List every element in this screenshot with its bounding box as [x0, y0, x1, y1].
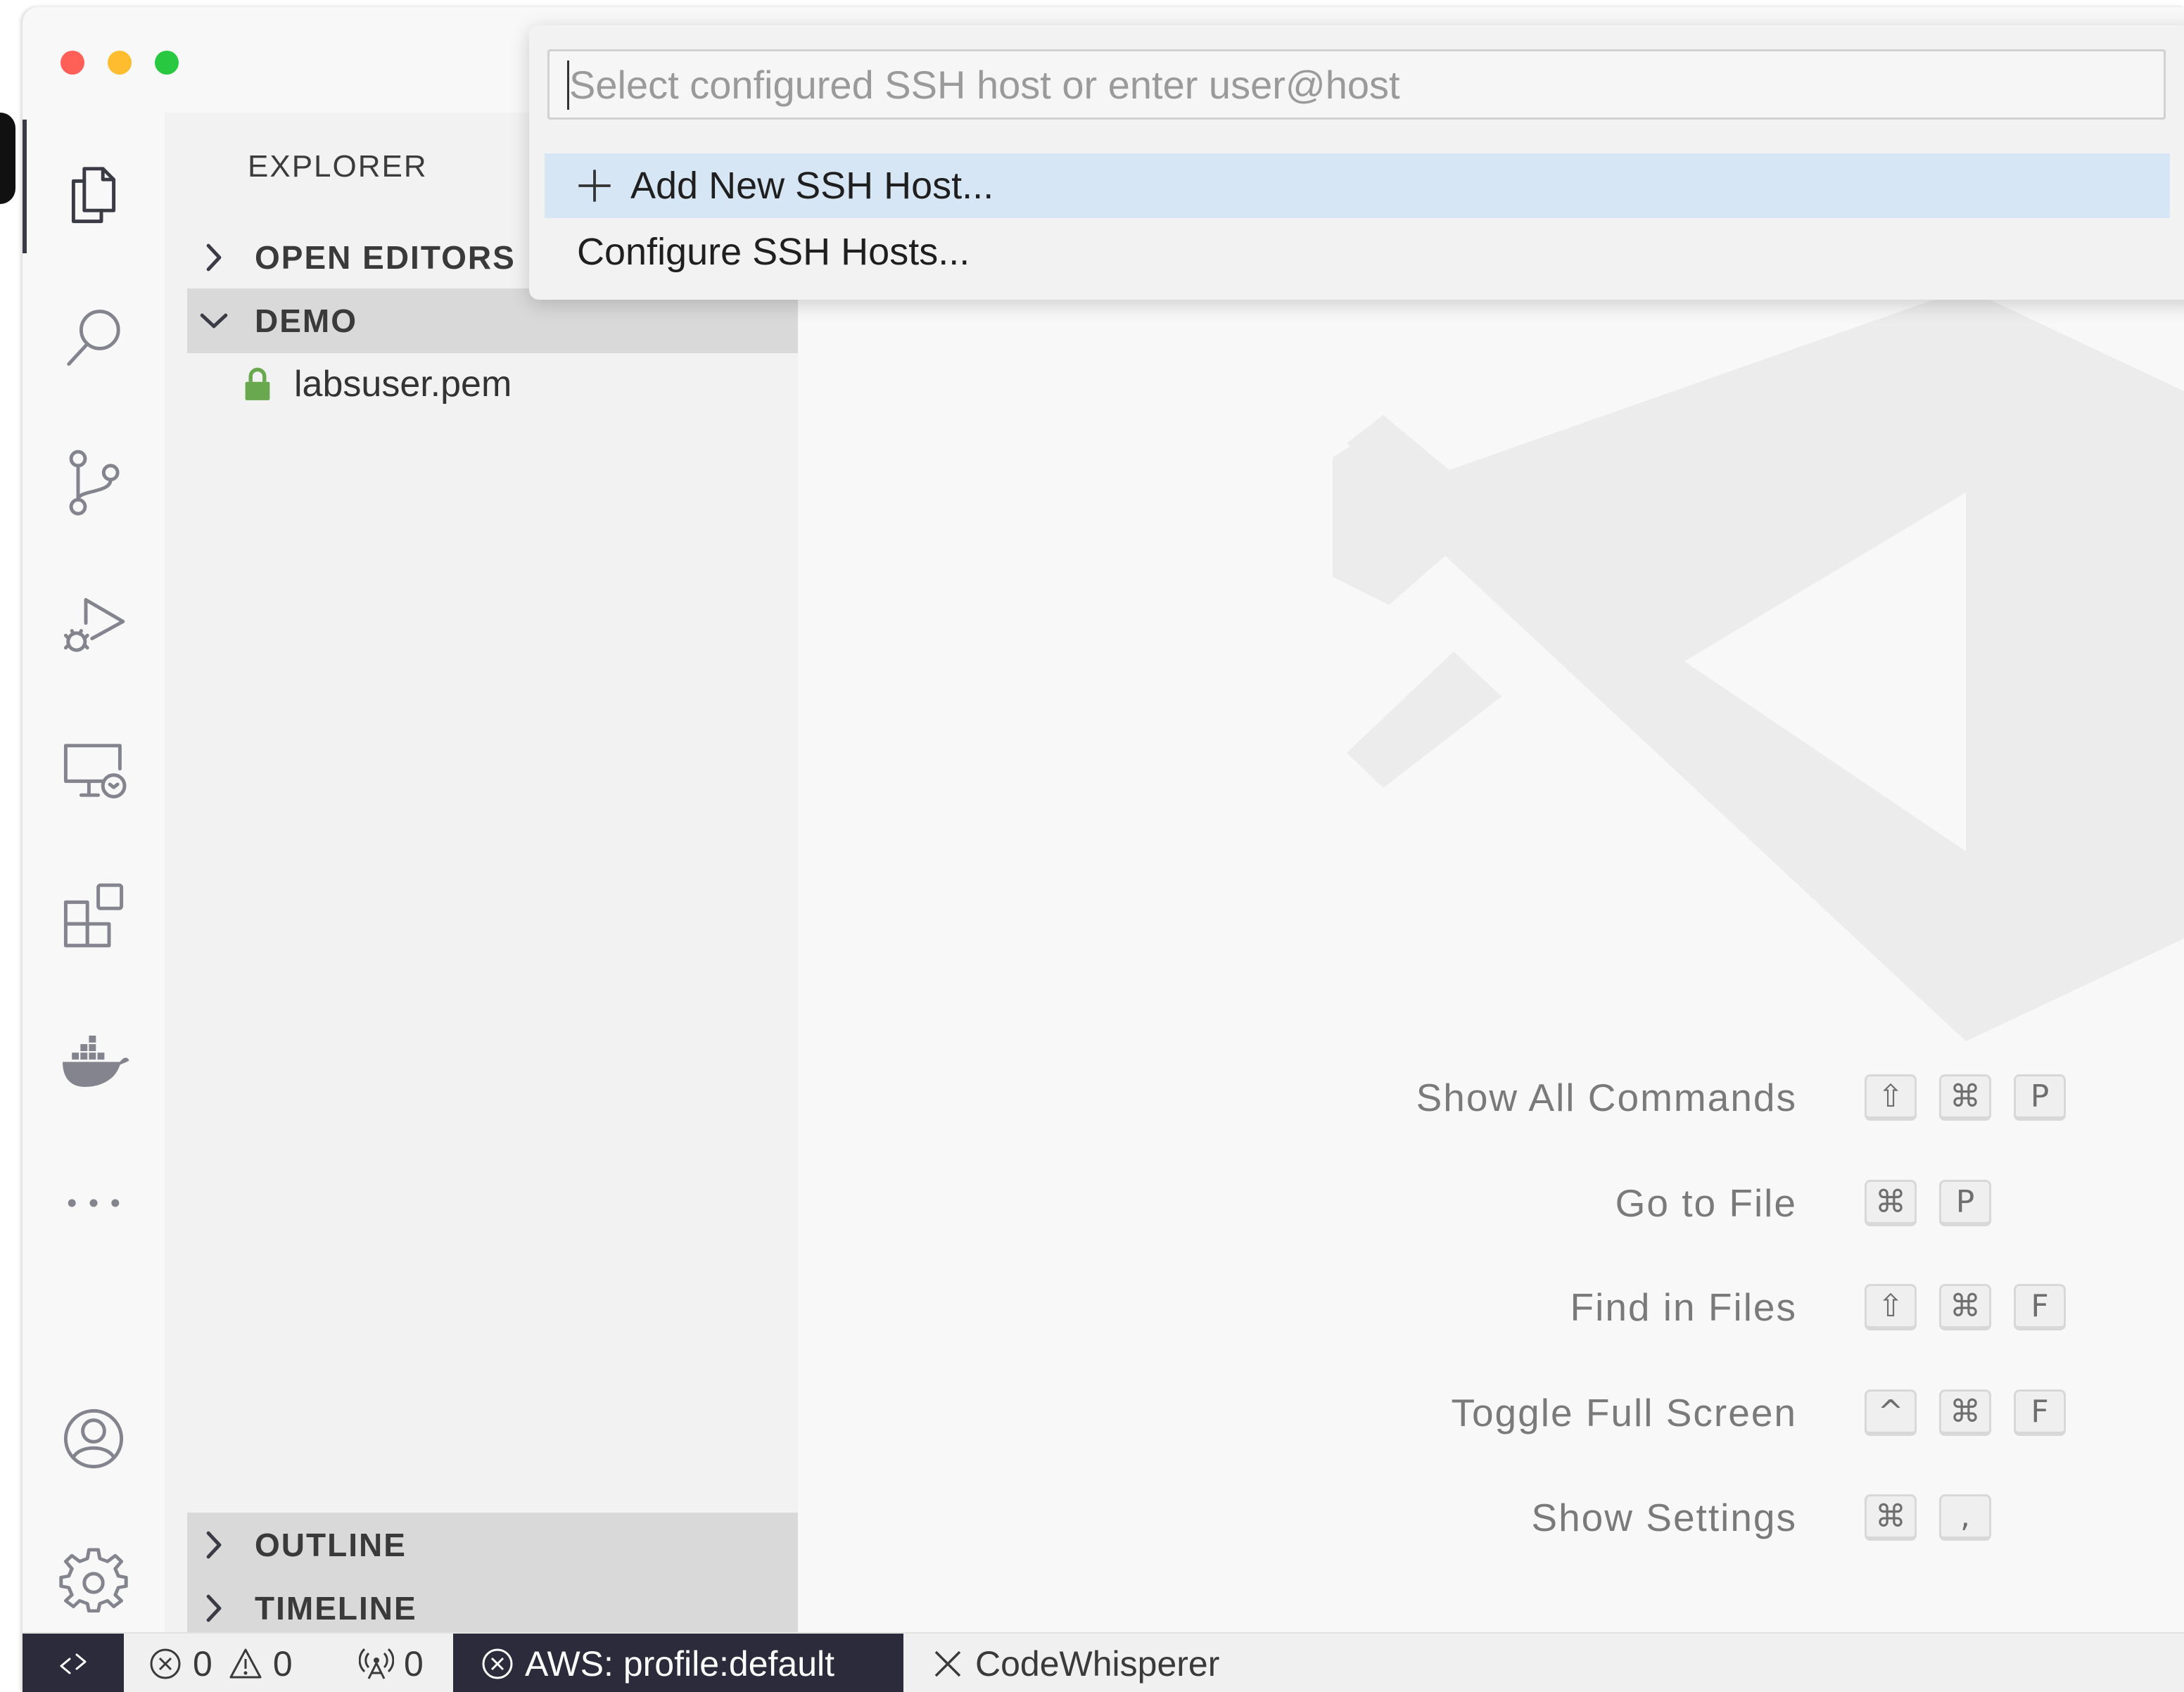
chevron-down-icon: [200, 313, 228, 329]
status-bar: 0 0 0 AWS: profile:default CodeWhisperer: [23, 1632, 2184, 1692]
codewhisperer-button[interactable]: CodeWhisperer: [930, 1634, 1219, 1692]
account-icon[interactable]: [23, 1386, 165, 1491]
source-control-icon[interactable]: [23, 429, 165, 535]
add-new-ssh-host-option[interactable]: Add New SSH Host...: [545, 153, 2170, 218]
shortcut-row[interactable]: Show All Commands ⇧ ⌘ P: [798, 1069, 2135, 1126]
timeline-section[interactable]: TIMELINE: [187, 1577, 798, 1639]
docker-icon[interactable]: [23, 1006, 165, 1112]
keycap: ⇧: [1865, 1284, 1917, 1330]
shortcut-keys: ^ ⌘ F: [1865, 1389, 2066, 1436]
shortcut-keys: ⌘,: [1865, 1494, 1991, 1541]
ports-indicator[interactable]: 0: [359, 1634, 424, 1692]
shortcut-label: Toggle Full Screen: [1451, 1391, 1797, 1435]
keycap: ⌘: [1939, 1284, 1991, 1330]
aws-profile-label: AWS: profile:default: [525, 1643, 835, 1684]
open-editors-label: OPEN EDITORS: [255, 239, 516, 276]
shortcut-keys: ⇧ ⌘ F: [1865, 1284, 2066, 1330]
extensions-icon[interactable]: [23, 862, 165, 967]
minimize-window-button[interactable]: [108, 51, 132, 75]
remote-indicator-button[interactable]: [23, 1634, 124, 1692]
window-controls: [61, 51, 179, 75]
remote-icon: [60, 1653, 87, 1674]
error-icon: [150, 1648, 181, 1679]
keycap: ⇧: [1865, 1074, 1917, 1121]
shortcut-keys: ⇧ ⌘ P: [1865, 1074, 2066, 1121]
outline-label: OUTLINE: [255, 1527, 407, 1563]
sidebar-title: EXPLORER: [248, 149, 428, 184]
shortcut-row[interactable]: Show Settings ⌘,: [798, 1489, 2135, 1546]
keycap: F: [2014, 1284, 2066, 1330]
warning-count: 0: [272, 1643, 293, 1684]
shortcut-label: Find in Files: [1570, 1285, 1797, 1329]
close-window-button[interactable]: [61, 51, 84, 75]
keycap: ⌘: [1939, 1074, 1991, 1121]
outline-section[interactable]: OUTLINE: [187, 1513, 798, 1577]
shortcut-row[interactable]: Toggle Full Screen ^ ⌘ F: [798, 1385, 2135, 1441]
keycap: P: [2014, 1074, 2066, 1121]
file-name: labsuser.pem: [294, 364, 512, 405]
timeline-label: TIMELINE: [255, 1590, 417, 1627]
more-icon[interactable]: [23, 1150, 165, 1256]
broadcast-icon: [359, 1648, 394, 1679]
keycap: F: [2014, 1389, 2066, 1436]
chevron-right-icon: [206, 1594, 222, 1622]
shortcut-row[interactable]: Go to File ⌘ P: [798, 1175, 2135, 1231]
shortcut-label: Go to File: [1615, 1181, 1797, 1225]
problems-indicator[interactable]: 0 0: [148, 1634, 293, 1692]
shortcut-label: Show All Commands: [1416, 1076, 1797, 1119]
activity-bar: [23, 113, 165, 1639]
shortcut-row[interactable]: Find in Files ⇧ ⌘ F: [798, 1279, 2135, 1335]
text-caret: [567, 61, 569, 110]
chevron-right-icon: [206, 1531, 222, 1559]
explorer-icon[interactable]: [23, 141, 165, 246]
keycap: ⌘: [1865, 1180, 1917, 1226]
explorer-sidebar: EXPLORER OPEN EDITORS DEMO labsuser.pem …: [165, 113, 798, 1639]
error-icon: [482, 1648, 513, 1679]
warning-icon: [229, 1648, 262, 1678]
vscode-logo-watermark: [1333, 288, 2184, 1041]
keycap: P: [1939, 1180, 1991, 1226]
configure-ssh-hosts-option[interactable]: Configure SSH Hosts...: [545, 220, 2170, 284]
error-count: 0: [193, 1643, 212, 1684]
ssh-host-input[interactable]: [547, 49, 2166, 120]
shortcut-label: Show Settings: [1531, 1496, 1797, 1539]
shortcut-keys: ⌘ P: [1865, 1180, 1991, 1226]
plus-icon: [578, 170, 611, 202]
option-label: Add New SSH Host...: [630, 165, 994, 207]
chevron-right-icon: [206, 243, 222, 272]
search-icon[interactable]: [23, 285, 165, 390]
keycap: ,: [1939, 1494, 1991, 1541]
aws-profile-button[interactable]: AWS: profile:default: [453, 1634, 903, 1692]
option-label: Configure SSH Hosts...: [577, 231, 970, 273]
keycap: ^: [1865, 1389, 1917, 1436]
lock-icon: [245, 367, 270, 400]
folder-label: DEMO: [255, 303, 357, 339]
ssh-quick-pick: Add New SSH Host... Configure SSH Hosts.…: [529, 25, 2184, 300]
run-debug-icon[interactable]: [23, 573, 165, 679]
vscode-window: EXPLORER OPEN EDITORS DEMO labsuser.pem …: [23, 7, 2184, 1692]
keycap: ⌘: [1865, 1494, 1917, 1541]
file-item[interactable]: labsuser.pem: [187, 352, 798, 416]
ports-count: 0: [404, 1643, 424, 1684]
screen-edge-marker: [0, 113, 15, 204]
settings-gear-icon[interactable]: [23, 1530, 165, 1636]
zoom-window-button[interactable]: [155, 51, 179, 75]
remote-explorer-icon[interactable]: [23, 718, 165, 823]
close-icon: [934, 1650, 961, 1677]
keycap: ⌘: [1939, 1389, 1991, 1436]
codewhisperer-label: CodeWhisperer: [975, 1643, 1220, 1684]
